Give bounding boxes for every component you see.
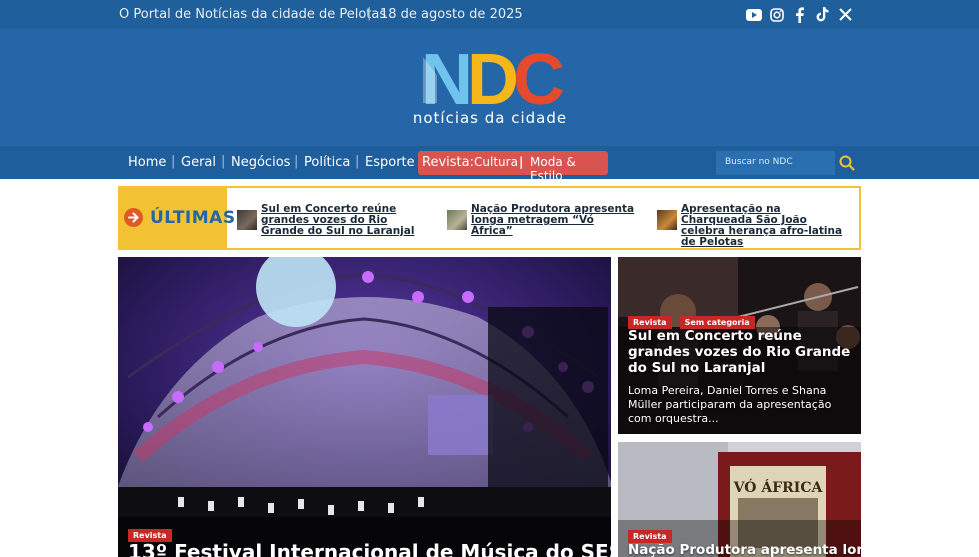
nav-separator: | [355, 154, 360, 169]
ticker-thumbnail[interactable] [237, 210, 257, 230]
nav-separator: | [221, 154, 226, 169]
search-input[interactable]: Buscar no NDC [716, 151, 835, 175]
article-card[interactable]: VÓ ÁFRICA Revista Nação Produtora aprese… [618, 442, 861, 557]
topbar-separator: | [367, 6, 372, 21]
nav-separator: | [171, 154, 176, 169]
article-title[interactable]: Sul em Concerto reúne grandes vozes do R… [628, 328, 853, 376]
article-tags: Revista [628, 524, 675, 543]
site-tagline: O Portal de Notícias da cidade de Pelota… [119, 7, 387, 22]
instagram-icon[interactable] [769, 6, 785, 23]
ticker-thumbnail[interactable] [447, 210, 467, 230]
article-card[interactable]: Revista Sem categoria Sul em Concerto re… [618, 257, 861, 434]
top-bar: O Portal de Notícias da cidade de Pelota… [0, 0, 979, 29]
article-title[interactable]: Nação Produtora apresenta longa [628, 542, 861, 557]
nav-home[interactable]: Home [128, 155, 166, 170]
nav-negocios[interactable]: Negócios [231, 155, 290, 170]
nav-separator: | [519, 155, 524, 169]
nav-moda-estilo[interactable]: Moda & Estilo [530, 155, 608, 183]
tiktok-icon[interactable] [815, 6, 830, 23]
ticker-thumbnail[interactable] [657, 210, 677, 230]
revista-menu: Revista: Cultura | Moda & Estilo [418, 151, 608, 183]
nav-geral[interactable]: Geral [181, 155, 216, 170]
article-excerpt: Loma Pereira, Daniel Torres e Shana Müll… [628, 384, 832, 425]
ticker-label: ÚLTIMAS [150, 208, 236, 228]
main-nav: Home | Geral | Negócios | Política | Esp… [0, 146, 979, 183]
facebook-icon[interactable] [793, 6, 805, 23]
site-header: NDC notícias da cidade [0, 29, 979, 146]
svg-text:VÓ ÁFRICA: VÓ ÁFRICA [733, 478, 824, 496]
youtube-icon[interactable] [745, 6, 763, 23]
current-date: 18 de agosto de 2025 [380, 7, 523, 22]
search-icon[interactable] [838, 154, 856, 172]
nav-esporte[interactable]: Esporte [365, 155, 415, 170]
featured-image[interactable] [118, 257, 611, 557]
x-icon[interactable] [838, 6, 853, 23]
revista-label: Revista: [422, 155, 474, 170]
featured-article[interactable]: Revista 13º Festival Internacional de Mú… [118, 257, 611, 557]
ticker-item[interactable]: Nação Produtora apresenta longa metragem… [471, 204, 636, 237]
svg-text:NDC: NDC [421, 49, 564, 109]
ticker-header: ÚLTIMAS [120, 188, 235, 248]
ndc-logo[interactable]: NDC [415, 49, 565, 109]
nav-politica[interactable]: Política [304, 155, 350, 170]
nav-separator: | [294, 154, 299, 169]
article-tags: Revista Sem categoria [628, 310, 758, 329]
arrow-right-icon [124, 208, 143, 227]
nav-cultura[interactable]: Cultura [474, 155, 518, 169]
search-placeholder: Buscar no NDC [725, 157, 793, 167]
latest-news-ticker: ÚLTIMAS Sul em Concerto reúne grandes vo… [118, 186, 861, 250]
logo-subtitle: notícias da cidade [412, 109, 568, 127]
featured-title[interactable]: 13º Festival Internacional de Música do … [128, 540, 611, 557]
ticker-item[interactable]: Apresentação na Charqueada São João cele… [681, 204, 853, 248]
ticker-item[interactable]: Sul em Concerto reúne grandes vozes do R… [261, 204, 431, 237]
